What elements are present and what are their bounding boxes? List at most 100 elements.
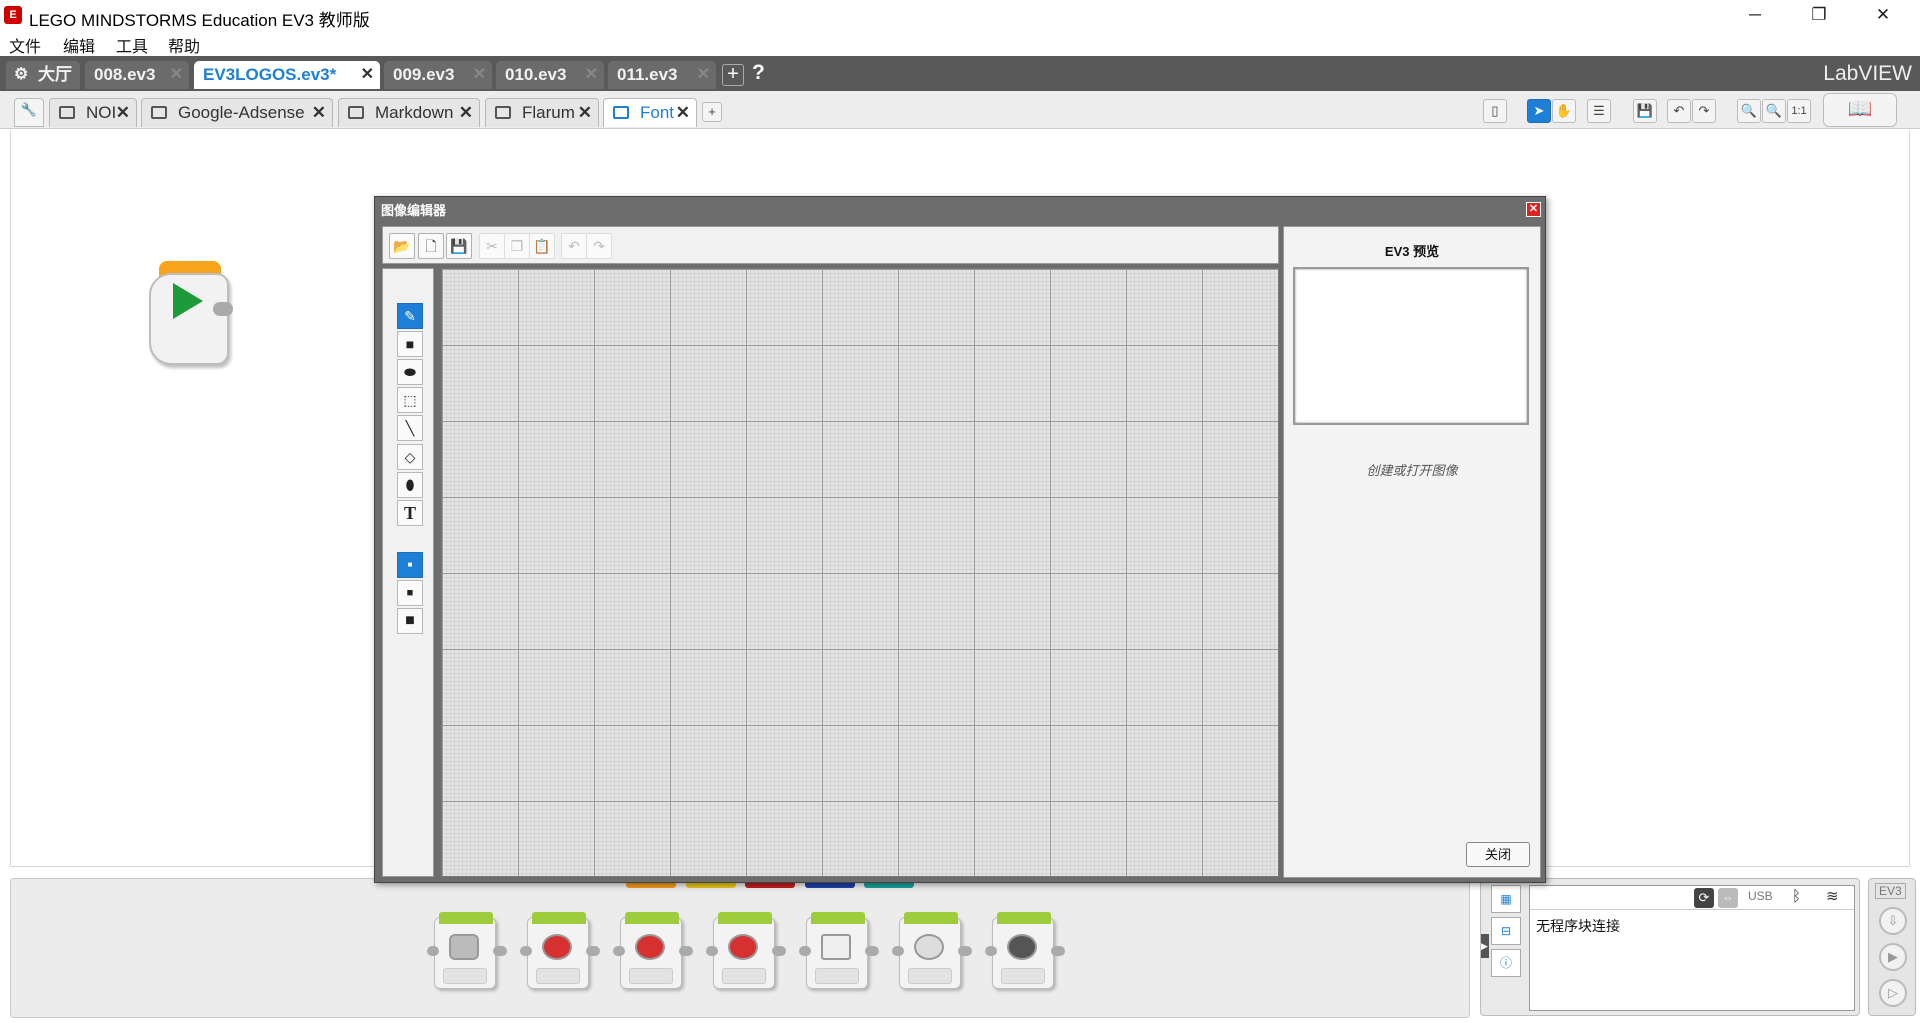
restore-button[interactable]: ❐ (1788, 0, 1850, 30)
filled-rectangle-icon[interactable]: ■ (397, 331, 423, 357)
dialog-close-button[interactable]: ✕ (1526, 202, 1541, 217)
text-tool-icon[interactable]: T (397, 500, 423, 526)
tab-project-009[interactable]: 009.ev3 ✕ (384, 61, 492, 89)
steering-wheel-icon (635, 934, 665, 960)
zoom-out-icon[interactable]: 🔍 (1737, 99, 1761, 123)
move-tank-block[interactable] (706, 912, 786, 989)
menu-file[interactable]: 文件 (9, 33, 41, 57)
tab-project-ev3logos[interactable]: EV3LOGOS.ev3* ✕ (194, 61, 380, 89)
save-icon[interactable]: 💾 (1633, 99, 1657, 123)
zoom-reset-button[interactable]: 1:1 (1787, 99, 1811, 123)
wrench-icon[interactable]: 🔧 (14, 98, 44, 127)
minimize-button[interactable]: ─ (1724, 0, 1786, 30)
large-motor-block[interactable] (520, 912, 600, 989)
close-icon[interactable]: ✕ (312, 99, 326, 126)
download-icon[interactable]: ⇩ (1879, 907, 1907, 935)
ellipse-icon[interactable]: ⬬ (397, 359, 423, 385)
paste-icon[interactable]: 📋 (529, 233, 555, 259)
save-icon[interactable]: 💾 (446, 233, 472, 259)
close-icon[interactable]: ✕ (585, 61, 598, 89)
sound-block[interactable] (892, 912, 972, 989)
close-icon[interactable]: ✕ (676, 99, 690, 126)
tab-program-markdown[interactable]: Markdown ✕ (338, 98, 480, 127)
refresh-icon[interactable]: ⟳ (1694, 888, 1714, 908)
labview-logo: LabVIEW (1823, 62, 1912, 85)
tab-program-font[interactable]: Font ✕ (603, 98, 697, 127)
tab-label: Google-Adsense (178, 103, 305, 122)
tab-program-google-adsense[interactable]: Google-Adsense ✕ (141, 98, 333, 127)
pan-hand-icon[interactable]: ✋ (1552, 99, 1576, 123)
undo-icon[interactable]: ↶ (1667, 99, 1691, 123)
new-image-icon[interactable]: 🗋 (418, 233, 444, 259)
copy-icon[interactable]: ❐ (504, 233, 530, 259)
block-header (532, 912, 586, 924)
tab-lobby[interactable]: ⚙ 大厅 (6, 61, 80, 89)
create-or-open-hint: 创建或打开图像 (1366, 463, 1458, 478)
close-window-button[interactable]: ✕ (1852, 0, 1914, 30)
tab-project-010[interactable]: 010.ev3 ✕ (496, 61, 604, 89)
close-button[interactable]: 关闭 (1466, 842, 1530, 867)
wifi-icon[interactable]: ≋ (1826, 887, 1839, 905)
status-light-icon (1007, 934, 1037, 960)
start-block[interactable] (149, 261, 233, 367)
download-icon[interactable]: ⇔ (1718, 888, 1738, 908)
preview-title: EV3 预览 (1384, 244, 1440, 259)
lobby-book-icon[interactable]: 📖 (1823, 93, 1897, 127)
program-icon (59, 106, 75, 119)
plug-icon (958, 946, 972, 956)
tab-program-noi[interactable]: NOI ✕ (49, 98, 137, 127)
plug-icon (520, 946, 532, 956)
close-icon[interactable]: ✕ (170, 61, 183, 89)
tab-project-011[interactable]: 011.ev3 ✕ (608, 61, 716, 89)
block-header (439, 912, 493, 924)
menu-edit[interactable]: 编辑 (63, 33, 95, 57)
open-folder-icon[interactable]: 📂 (389, 233, 415, 259)
brush-large-icon[interactable]: ■ (397, 608, 423, 634)
add-program-button[interactable]: + (702, 102, 722, 122)
brush-small-icon[interactable]: ■ (397, 552, 423, 578)
tab-project-008[interactable]: 008.ev3 ✕ (85, 61, 189, 89)
add-project-button[interactable]: + (722, 64, 744, 86)
move-steering-block[interactable] (613, 912, 693, 989)
collapse-arrow-icon[interactable]: ▶ (1481, 934, 1489, 958)
close-icon[interactable]: ✕ (459, 99, 473, 126)
available-bricks-tab-icon[interactable]: ⓘ (1491, 949, 1521, 977)
tab-program-flarum[interactable]: Flarum ✕ (485, 98, 599, 127)
close-icon[interactable]: ✕ (361, 61, 374, 89)
close-icon[interactable]: ✕ (578, 99, 592, 126)
help-button[interactable]: ? (752, 61, 765, 85)
pencil-icon[interactable]: ✎ (397, 303, 423, 329)
eraser-icon[interactable]: ⬮ (397, 472, 423, 498)
undo-icon[interactable]: ↶ (561, 233, 587, 259)
redo-icon[interactable]: ↷ (586, 233, 612, 259)
rectangle-select-icon[interactable]: ⬚ (397, 387, 423, 413)
medium-motor-block[interactable] (427, 912, 507, 989)
lego-app-icon: E (4, 6, 22, 24)
pixel-canvas[interactable] (441, 268, 1279, 877)
brick-info-tab-icon[interactable]: ▦ (1491, 885, 1521, 913)
menu-tools[interactable]: 工具 (116, 33, 148, 57)
content-editor-icon[interactable]: ▯ (1483, 99, 1507, 123)
download-and-run-icon[interactable]: ▶ (1879, 943, 1907, 971)
play-icon (173, 283, 203, 319)
brush-medium-icon[interactable]: ■ (397, 580, 423, 606)
menu-help[interactable]: 帮助 (168, 33, 200, 57)
plug-icon (985, 946, 997, 956)
port-view-tab-icon[interactable]: ⊟ (1491, 917, 1521, 945)
comment-icon[interactable]: ☰ (1587, 99, 1611, 123)
close-icon[interactable]: ✕ (473, 61, 486, 89)
display-block[interactable] (799, 912, 879, 989)
select-pointer-icon[interactable]: ➤ (1527, 99, 1551, 123)
zoom-in-icon[interactable]: 🔍 (1762, 99, 1786, 123)
cut-icon[interactable]: ✂ (479, 233, 505, 259)
bluetooth-icon[interactable]: ᛒ (1792, 888, 1801, 905)
run-selected-icon[interactable]: ▷ (1879, 979, 1907, 1007)
close-icon[interactable]: ✕ (116, 99, 130, 126)
brick-status-light-block[interactable] (985, 912, 1065, 989)
fill-bucket-icon[interactable]: ◇ (397, 444, 423, 470)
brick-info-panel: ⟳ ⇔ USB ᛒ ≋ 无程序块连接 (1529, 885, 1855, 1011)
editor-toolbar: 📂 🗋 💾 ✂ ❐ 📋 ↶ ↷ (382, 226, 1279, 264)
close-icon[interactable]: ✕ (697, 61, 710, 89)
line-icon[interactable]: ╲ (397, 415, 423, 441)
redo-icon[interactable]: ↷ (1692, 99, 1716, 123)
